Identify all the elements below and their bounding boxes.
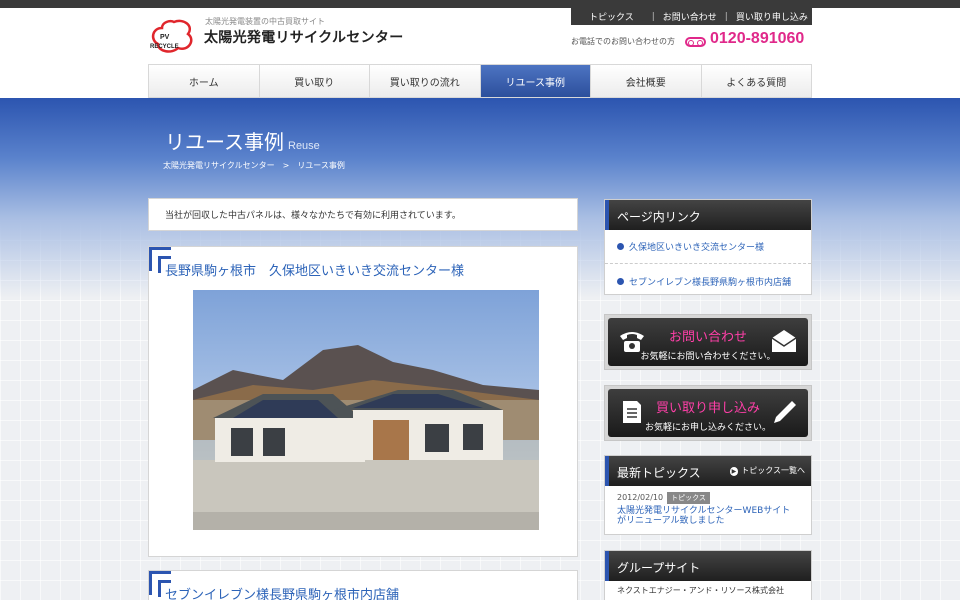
case-title: 長野県駒ヶ根市 久保地区いきいき交流センター様 [165, 264, 465, 279]
contact-button[interactable]: お問い合わせ お気軽にお問い合わせください。 [604, 314, 812, 370]
envelope-icon [771, 330, 797, 352]
svg-text:PV: PV [160, 34, 170, 41]
case-card: 長野県駒ヶ根市 久保地区いきいき交流センター様 [148, 246, 578, 557]
contact-button-inner: お問い合わせ お気軽にお問い合わせください。 [608, 318, 808, 366]
breadcrumb-home[interactable]: 太陽光発電リサイクルセンター [163, 161, 275, 170]
topic-meta: 2012/02/10 トピックス [605, 486, 811, 504]
svg-text:RECYCLE: RECYCLE [150, 44, 179, 50]
topic-tag: トピックス [667, 492, 710, 504]
topic-link[interactable]: 太陽光発電リサイクルセンターWEBサイトがリニューアル致しました [605, 504, 811, 529]
group-sites-heading: グループサイト [605, 551, 811, 581]
page-title-en: Reuse [288, 140, 320, 152]
page-title: リユース事例 Reuse [165, 126, 320, 155]
breadcrumb: 太陽光発電リサイクルセンター > リユース事例 [163, 160, 345, 171]
phone-label: お電話でのお問い合わせの方 [571, 37, 675, 46]
global-nav: ホーム 買い取り 買い取りの流れ リユース事例 会社概要 よくある質問 [148, 64, 812, 98]
utility-link-apply[interactable]: 買い取り申し込み [728, 10, 816, 23]
pv-recycle-logo[interactable]: PV RECYCLE [148, 18, 200, 54]
freedial-icon [685, 37, 706, 47]
nav-home[interactable]: ホーム [149, 65, 260, 97]
utility-link-contact[interactable]: お問い合わせ [655, 10, 725, 23]
topic-date: 2012/02/10 [617, 493, 664, 502]
intro-text: 当社が回収した中古パネルは、様々なかたちで有効に利用されています。 [148, 198, 578, 231]
page-title-ja: リユース事例 [165, 130, 284, 154]
breadcrumb-separator: > [282, 161, 290, 170]
nav-reuse-cases[interactable]: リユース事例 [480, 65, 591, 97]
topics-heading-label: 最新トピックス [617, 466, 701, 480]
nav-faq[interactable]: よくある質問 [702, 65, 812, 97]
group-site-link[interactable]: ネクストエナジー・アンド・リソース株式会社 [605, 581, 811, 600]
nav-purchase-flow[interactable]: 買い取りの流れ [370, 65, 481, 97]
latest-topics-box: 最新トピックス トピックス一覧へ 2012/02/10トピックス 太陽光発電リサ… [604, 455, 812, 535]
topics-list-link[interactable]: トピックス一覧へ [730, 465, 805, 476]
page-links-box: ページ内リンク 久保地区いきいき交流センター様 セブンイレブン様長野県駒ヶ根市内… [604, 199, 812, 295]
apply-button-inner: 買い取り申し込み お気軽にお申し込みください。 [608, 389, 808, 437]
phone-number[interactable]: 0120-891060 [710, 30, 804, 48]
page-links-heading: ページ内リンク [605, 200, 811, 230]
case-title: セブンイレブン様長野県駒ヶ根市内店舗 [165, 588, 400, 600]
nav-company[interactable]: 会社概要 [591, 65, 702, 97]
breadcrumb-current: リユース事例 [297, 161, 345, 170]
case-photo [193, 290, 539, 530]
group-sites-box: グループサイト ネクストエナジー・アンド・リソース株式会社 [604, 550, 812, 600]
apply-button[interactable]: 買い取り申し込み お気軽にお申し込みください。 [604, 385, 812, 441]
topics-heading: 最新トピックス トピックス一覧へ [605, 456, 811, 486]
utility-nav: トピックス | お問い合わせ | 買い取り申し込み [571, 8, 812, 25]
site-tagline: 太陽光発電装置の中古買取サイト [205, 17, 325, 26]
top-strip [0, 0, 960, 8]
page-link-seven-eleven[interactable]: セブンイレブン様長野県駒ヶ根市内店舗 [605, 264, 811, 298]
utility-link-topics[interactable]: トピックス [571, 10, 652, 23]
page-link-kubo[interactable]: 久保地区いきいき交流センター様 [605, 230, 811, 264]
site-header: PV RECYCLE 太陽光発電装置の中古買取サイト 太陽光発電リサイクルセンタ… [0, 8, 960, 98]
site-name[interactable]: 太陽光発電リサイクルセンター [204, 27, 404, 47]
case-card: セブンイレブン様長野県駒ヶ根市内店舗 [148, 570, 578, 600]
pen-icon [774, 401, 796, 423]
nav-purchase[interactable]: 買い取り [260, 65, 370, 97]
